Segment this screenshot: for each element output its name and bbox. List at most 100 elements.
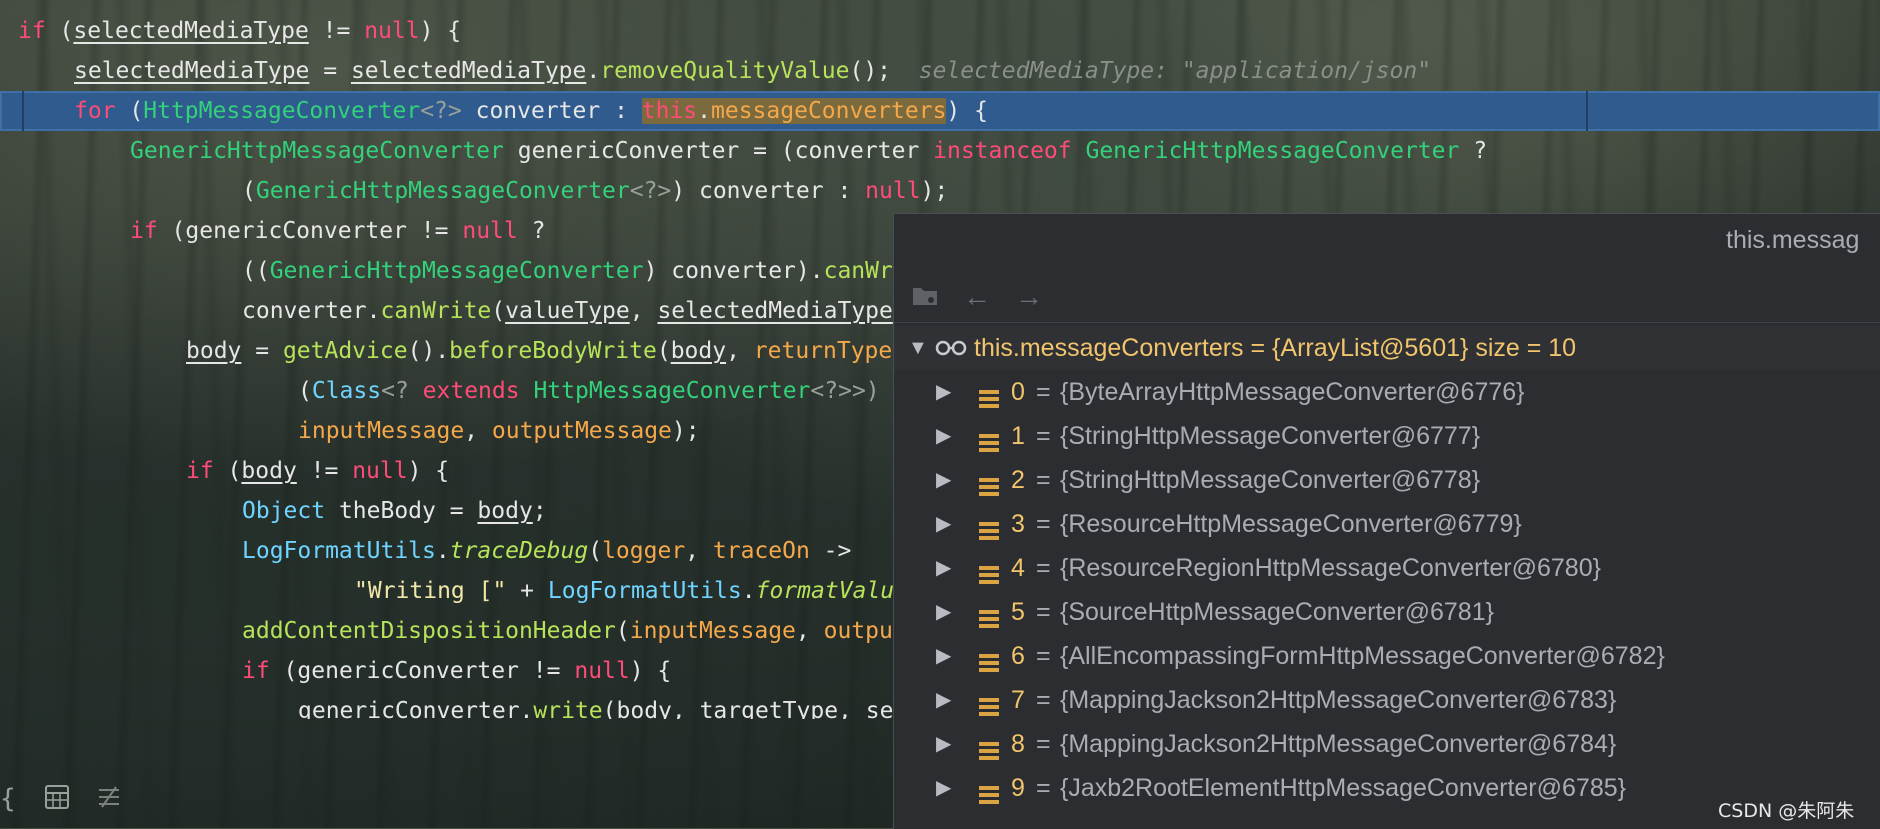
folder-tree-icon[interactable] xyxy=(908,280,942,314)
item-index: 2 xyxy=(1011,466,1025,494)
format-icon[interactable] xyxy=(96,784,122,817)
collapsed-arrow-icon[interactable]: ▶ xyxy=(936,766,951,810)
keyword-this: this xyxy=(641,98,698,124)
tree-item-row[interactable]: ▶ 3 = {ResourceHttpMessageConverter@6779} xyxy=(894,502,1880,546)
code-text: converter : xyxy=(461,98,642,124)
code-text: != xyxy=(296,458,353,484)
editor-bottom-toolbar: { xyxy=(0,780,200,820)
item-index: 4 xyxy=(1011,554,1025,582)
param-logger: logger xyxy=(602,538,686,564)
item-index: 5 xyxy=(1011,598,1025,626)
code-text: genericConverter = (converter xyxy=(503,138,934,164)
equals-sign: = xyxy=(1036,422,1051,450)
code-text: <?> xyxy=(629,178,672,204)
method-traceDebug: traceDebug xyxy=(449,538,589,564)
variables-tree[interactable]: ▼ this.messageConverters = {ArrayList@56… xyxy=(894,326,1880,810)
code-line-5[interactable]: (GenericHttpMessageConverter<?>) convert… xyxy=(0,171,1880,211)
tree-item-row[interactable]: ▶ 8 = {MappingJackson2HttpMessageConverter@… xyxy=(894,722,1880,766)
item-value: {ResourceRegionHttpMessageConverter@6780… xyxy=(1060,554,1601,582)
item-index: 3 xyxy=(1011,510,1025,538)
list-element-icon xyxy=(978,556,1000,584)
method-addContentDispositionHeader: addContentDispositionHeader xyxy=(242,618,616,644)
collapsed-arrow-icon[interactable]: ▶ xyxy=(936,458,951,502)
item-value: {StringHttpMessageConverter@6777} xyxy=(1060,422,1481,450)
tree-item-row[interactable]: ▶ 7 = {MappingJackson2HttpMessageConverter@… xyxy=(894,678,1880,722)
tree-item-row[interactable]: ▶ 6 = {AllEncompassingFormHttpMessageConver… xyxy=(894,634,1880,678)
tree-item-row[interactable]: ▶ 5 = {SourceHttpMessageConverter@6781} xyxy=(894,590,1880,634)
code-text: != xyxy=(308,18,365,44)
code-text: ( xyxy=(656,338,671,364)
param-outputMessage: outpu xyxy=(823,618,893,644)
equals-sign: = xyxy=(1036,598,1051,626)
code-text: ? xyxy=(517,218,546,244)
item-value: {StringHttpMessageConverter@6778} xyxy=(1060,466,1481,494)
keyword-null: null xyxy=(865,178,921,204)
code-text: ) converter). xyxy=(643,258,824,284)
code-line-2[interactable]: selectedMediaType = selectedMediaType.re… xyxy=(0,51,1880,91)
code-text: ) { xyxy=(946,98,988,124)
code-line-4[interactable]: GenericHttpMessageConverter genericConve… xyxy=(0,131,1880,171)
selected-expression[interactable]: this.messageConverters xyxy=(641,98,947,124)
code-line-1[interactable]: if (selectedMediaType != null) { xyxy=(0,11,1880,51)
keyword-if: if xyxy=(18,18,46,44)
type-Object: Object xyxy=(242,498,326,524)
field-messageConverters: messageConverters xyxy=(711,98,947,124)
item-value: {MappingJackson2HttpMessageConverter@678… xyxy=(1060,686,1617,714)
collapsed-arrow-icon[interactable]: ▶ xyxy=(936,590,951,634)
expanded-arrow-icon[interactable]: ▼ xyxy=(908,326,928,370)
tree-item-row[interactable]: ▶ 4 = {ResourceRegionHttpMessageConverter@6… xyxy=(894,546,1880,590)
equals-sign: = xyxy=(1036,686,1051,714)
keyword-instanceof: instanceof xyxy=(933,138,1072,164)
forward-arrow-icon[interactable]: → xyxy=(1012,280,1046,314)
method-write: write xyxy=(533,698,603,719)
collapsed-arrow-icon[interactable]: ▶ xyxy=(936,414,951,458)
code-line-3-current-execution[interactable]: for (HttpMessageConverter<?> converter :… xyxy=(0,91,1880,131)
item-value: {AllEncompassingFormHttpMessageConverter… xyxy=(1060,642,1665,670)
code-text: (genericConverter != xyxy=(269,658,575,684)
method-beforeBodyWrite: beforeBodyWrite xyxy=(449,338,657,364)
evaluate-expression-popup[interactable]: this.messag ← → ▼ this.messageConverters… xyxy=(893,213,1880,829)
code-text: . xyxy=(586,58,601,84)
item-index: 7 xyxy=(1011,686,1025,714)
back-arrow-icon[interactable]: ← xyxy=(960,280,994,314)
equals-sign: = xyxy=(1036,378,1051,406)
collapsed-arrow-icon[interactable]: ▶ xyxy=(936,546,951,590)
list-element-icon xyxy=(978,380,1000,408)
collapsed-arrow-icon[interactable]: ▶ xyxy=(936,678,951,722)
variable-body: body xyxy=(186,338,242,364)
param-traceOn: traceOn xyxy=(712,538,810,564)
code-text: ( xyxy=(242,178,256,204)
list-element-icon xyxy=(978,600,1000,628)
code-text: ( xyxy=(588,538,603,564)
popup-title-bar[interactable]: this.messag xyxy=(894,214,1880,266)
equals-sign: = xyxy=(1036,510,1051,538)
variable-body: body xyxy=(241,458,297,484)
calculator-icon[interactable] xyxy=(44,784,70,817)
collapsed-arrow-icon[interactable]: ▶ xyxy=(936,634,951,678)
equals-sign: = xyxy=(1036,642,1051,670)
csdn-watermark: CSDN @朱阿朱 xyxy=(1718,800,1855,822)
list-element-icon xyxy=(978,776,1000,804)
collapsed-arrow-icon[interactable]: ▶ xyxy=(936,502,951,546)
type-HttpMessageConverter: HttpMessageConverter xyxy=(533,378,811,404)
type-GenericHttpMessageConverter: GenericHttpMessageConverter xyxy=(1085,138,1460,164)
param-inputMessage: inputMessage xyxy=(298,418,465,444)
keyword-null: null xyxy=(352,458,408,484)
tree-item-row[interactable]: ▶ 0 = {ByteArrayHttpMessageConverter@6776} xyxy=(894,370,1880,414)
item-index: 0 xyxy=(1011,378,1025,406)
collapsed-arrow-icon[interactable]: ▶ xyxy=(936,722,951,766)
tree-root-row[interactable]: ▼ this.messageConverters = {ArrayList@56… xyxy=(894,326,1880,370)
tree-item-row[interactable]: ▶ 1 = {StringHttpMessageConverter@6777} xyxy=(894,414,1880,458)
item-value: {MappingJackson2HttpMessageConverter@678… xyxy=(1060,730,1617,758)
list-element-icon xyxy=(978,688,1000,716)
bracket-icon: { xyxy=(0,784,16,814)
list-element-icon xyxy=(978,424,1000,452)
keyword-extends: extends xyxy=(422,378,520,404)
tree-item-row[interactable]: ▶ 2 = {StringHttpMessageConverter@6778} xyxy=(894,458,1880,502)
collapsed-arrow-icon[interactable]: ▶ xyxy=(936,370,951,414)
type-Class: Class xyxy=(311,378,382,404)
equals-sign: = xyxy=(1036,466,1051,494)
code-text: <?>>) xyxy=(810,378,894,404)
code-text: ); xyxy=(671,418,700,444)
